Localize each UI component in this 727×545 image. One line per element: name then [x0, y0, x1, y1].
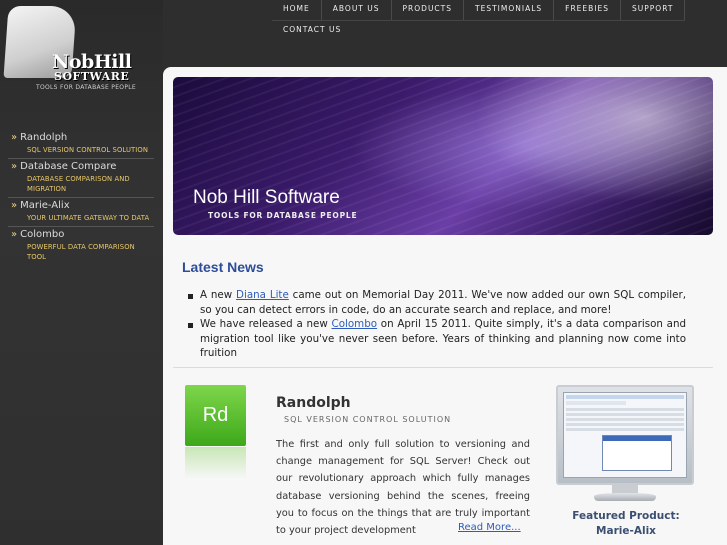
- sidebar-item-colombo[interactable]: » Colombo POWERFUL DATA COMPARISON TOOL: [8, 227, 154, 265]
- sidebar-item-label[interactable]: Database Compare: [20, 161, 116, 172]
- sidebar-item-desc[interactable]: YOUR ULTIMATE GATEWAY TO DATA: [27, 213, 154, 223]
- news-item: A new Diana Lite came out on Memorial Da…: [188, 288, 686, 317]
- news-link-colombo[interactable]: Colombo: [332, 318, 378, 330]
- news-text: A new: [200, 289, 237, 301]
- banner-title: Nob Hill Software: [193, 187, 340, 208]
- sidebar-item-randolph[interactable]: » Randolph SQL VERSION CONTROL SOLUTION: [8, 130, 154, 159]
- nav-contact-us[interactable]: CONTACT US: [272, 21, 352, 41]
- hero-banner: Nob Hill Software TOOLS FOR DATABASE PEO…: [173, 77, 713, 235]
- read-more-link[interactable]: Read More...: [458, 522, 521, 533]
- screenshot-row: [566, 418, 684, 421]
- product-nav: » Randolph SQL VERSION CONTROL SOLUTION »…: [8, 130, 154, 265]
- feature-subtitle: SQL VERSION CONTROL SOLUTION: [284, 415, 452, 424]
- screenshot-app-window: [563, 392, 687, 478]
- main-content: Nob Hill Software TOOLS FOR DATABASE PEO…: [163, 67, 727, 545]
- news-link-diana-lite[interactable]: Diana Lite: [236, 289, 289, 301]
- arrow-icon: »: [11, 132, 18, 143]
- sidebar-item-marie-alix[interactable]: » Marie-Alix YOUR ULTIMATE GATEWAY TO DAT…: [8, 198, 154, 227]
- screenshot-row: [566, 428, 684, 431]
- news-list: A new Diana Lite came out on Memorial Da…: [188, 288, 686, 361]
- sidebar-item-database-compare[interactable]: » Database Compare DATABASE COMPARISON AN…: [8, 159, 154, 198]
- sidebar-item-desc[interactable]: DATABASE COMPARISON AND MIGRATION: [27, 174, 154, 194]
- screenshot-toolbar: [566, 395, 684, 399]
- top-nav: HOME ABOUT US PRODUCTS TESTIMONIALS FREE…: [272, 0, 686, 41]
- nav-freebies[interactable]: FREEBIES: [554, 0, 622, 20]
- nav-home[interactable]: HOME: [272, 0, 322, 20]
- logo-word-sub: SOFTWARE: [54, 70, 130, 83]
- nav-about-us[interactable]: ABOUT US: [322, 0, 392, 20]
- screenshot-row: [566, 408, 684, 411]
- screenshot-dialog: [602, 435, 672, 471]
- sidebar-item-desc[interactable]: POWERFUL DATA COMPARISON TOOL: [27, 242, 154, 262]
- sidebar-item-label[interactable]: Marie-Alix: [20, 200, 70, 211]
- arrow-icon: »: [11, 200, 18, 211]
- section-divider: [173, 367, 713, 368]
- sidebar-item-label[interactable]: Randolph: [20, 132, 67, 143]
- sidebar-item-desc[interactable]: SQL VERSION CONTROL SOLUTION: [27, 145, 154, 155]
- randolph-product-icon[interactable]: Rd: [185, 385, 246, 446]
- sidebar: NobHill SOFTWARE TOOLS FOR DATABASE PEOP…: [0, 0, 163, 545]
- icon-reflection: [185, 447, 246, 479]
- news-text: We have released a new: [200, 318, 332, 330]
- nav-products[interactable]: PRODUCTS: [392, 0, 465, 20]
- arrow-icon: »: [11, 229, 18, 240]
- screenshot-row: [566, 413, 684, 416]
- nav-support[interactable]: SUPPORT: [621, 0, 686, 20]
- monitor-stand-base: [594, 493, 656, 501]
- logo[interactable]: NobHill SOFTWARE: [3, 6, 146, 90]
- screenshot-row: [566, 423, 684, 426]
- screenshot-toolbar: [566, 401, 626, 405]
- top-nav-row: HOME ABOUT US PRODUCTS TESTIMONIALS FREE…: [272, 0, 686, 21]
- nav-testimonials[interactable]: TESTIMONIALS: [464, 0, 555, 20]
- sidebar-item-label[interactable]: Colombo: [20, 229, 64, 240]
- arrow-icon: »: [11, 161, 18, 172]
- news-heading: Latest News: [182, 259, 264, 275]
- monitor-screen: [556, 385, 694, 485]
- featured-product-label[interactable]: Featured Product: Marie-Alix: [559, 509, 693, 539]
- monitor-screenshot-image[interactable]: [556, 385, 694, 503]
- feature-title: Randolph: [276, 395, 351, 411]
- news-item: We have released a new Colombo on April …: [188, 317, 686, 361]
- logo-tagline: TOOLS FOR DATABASE PEOPLE: [36, 84, 136, 91]
- banner-subtitle: TOOLS FOR DATABASE PEOPLE: [208, 211, 358, 220]
- screenshot-dialog-titlebar: [603, 436, 671, 441]
